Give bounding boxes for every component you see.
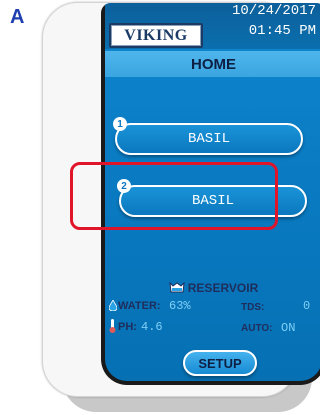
reservoir-title: RESERVOIR bbox=[105, 281, 320, 296]
auto-value: ON bbox=[281, 321, 296, 335]
water-value: 63% bbox=[169, 299, 191, 313]
zone-1-button[interactable]: BASIL bbox=[115, 123, 303, 155]
tds-value: 0 bbox=[303, 299, 311, 313]
water-drop-icon bbox=[108, 299, 118, 314]
tank-icon bbox=[169, 281, 185, 296]
header-bar: VIKING 10/24/2017 01:45 PM bbox=[105, 3, 320, 49]
zone-2-highlight-box bbox=[70, 162, 278, 230]
reservoir-title-text: RESERVOIR bbox=[187, 281, 259, 295]
figure-label: A bbox=[10, 6, 25, 28]
tds-label: TDS: bbox=[241, 302, 265, 313]
ph-label: PH: bbox=[118, 321, 137, 333]
time-display: 01:45 PM bbox=[248, 23, 316, 39]
zone-1-label: BASIL bbox=[187, 131, 230, 147]
page-title: HOME bbox=[105, 51, 320, 77]
brand-logo: VIKING bbox=[109, 23, 203, 48]
ph-value: 4.6 bbox=[141, 320, 163, 334]
reservoir-row-1: WATER: 63% TDS: 0 bbox=[105, 298, 320, 316]
auto-label: AUTO: bbox=[241, 323, 273, 334]
reservoir-row-2: PH: 4.6 AUTO: ON bbox=[105, 319, 320, 337]
zone-1-number-badge: 1 bbox=[113, 117, 127, 131]
thermometer-icon bbox=[109, 319, 116, 336]
date-display: 10/24/2017 bbox=[231, 3, 316, 19]
setup-button[interactable]: SETUP bbox=[183, 350, 257, 376]
water-label: WATER: bbox=[118, 300, 161, 312]
